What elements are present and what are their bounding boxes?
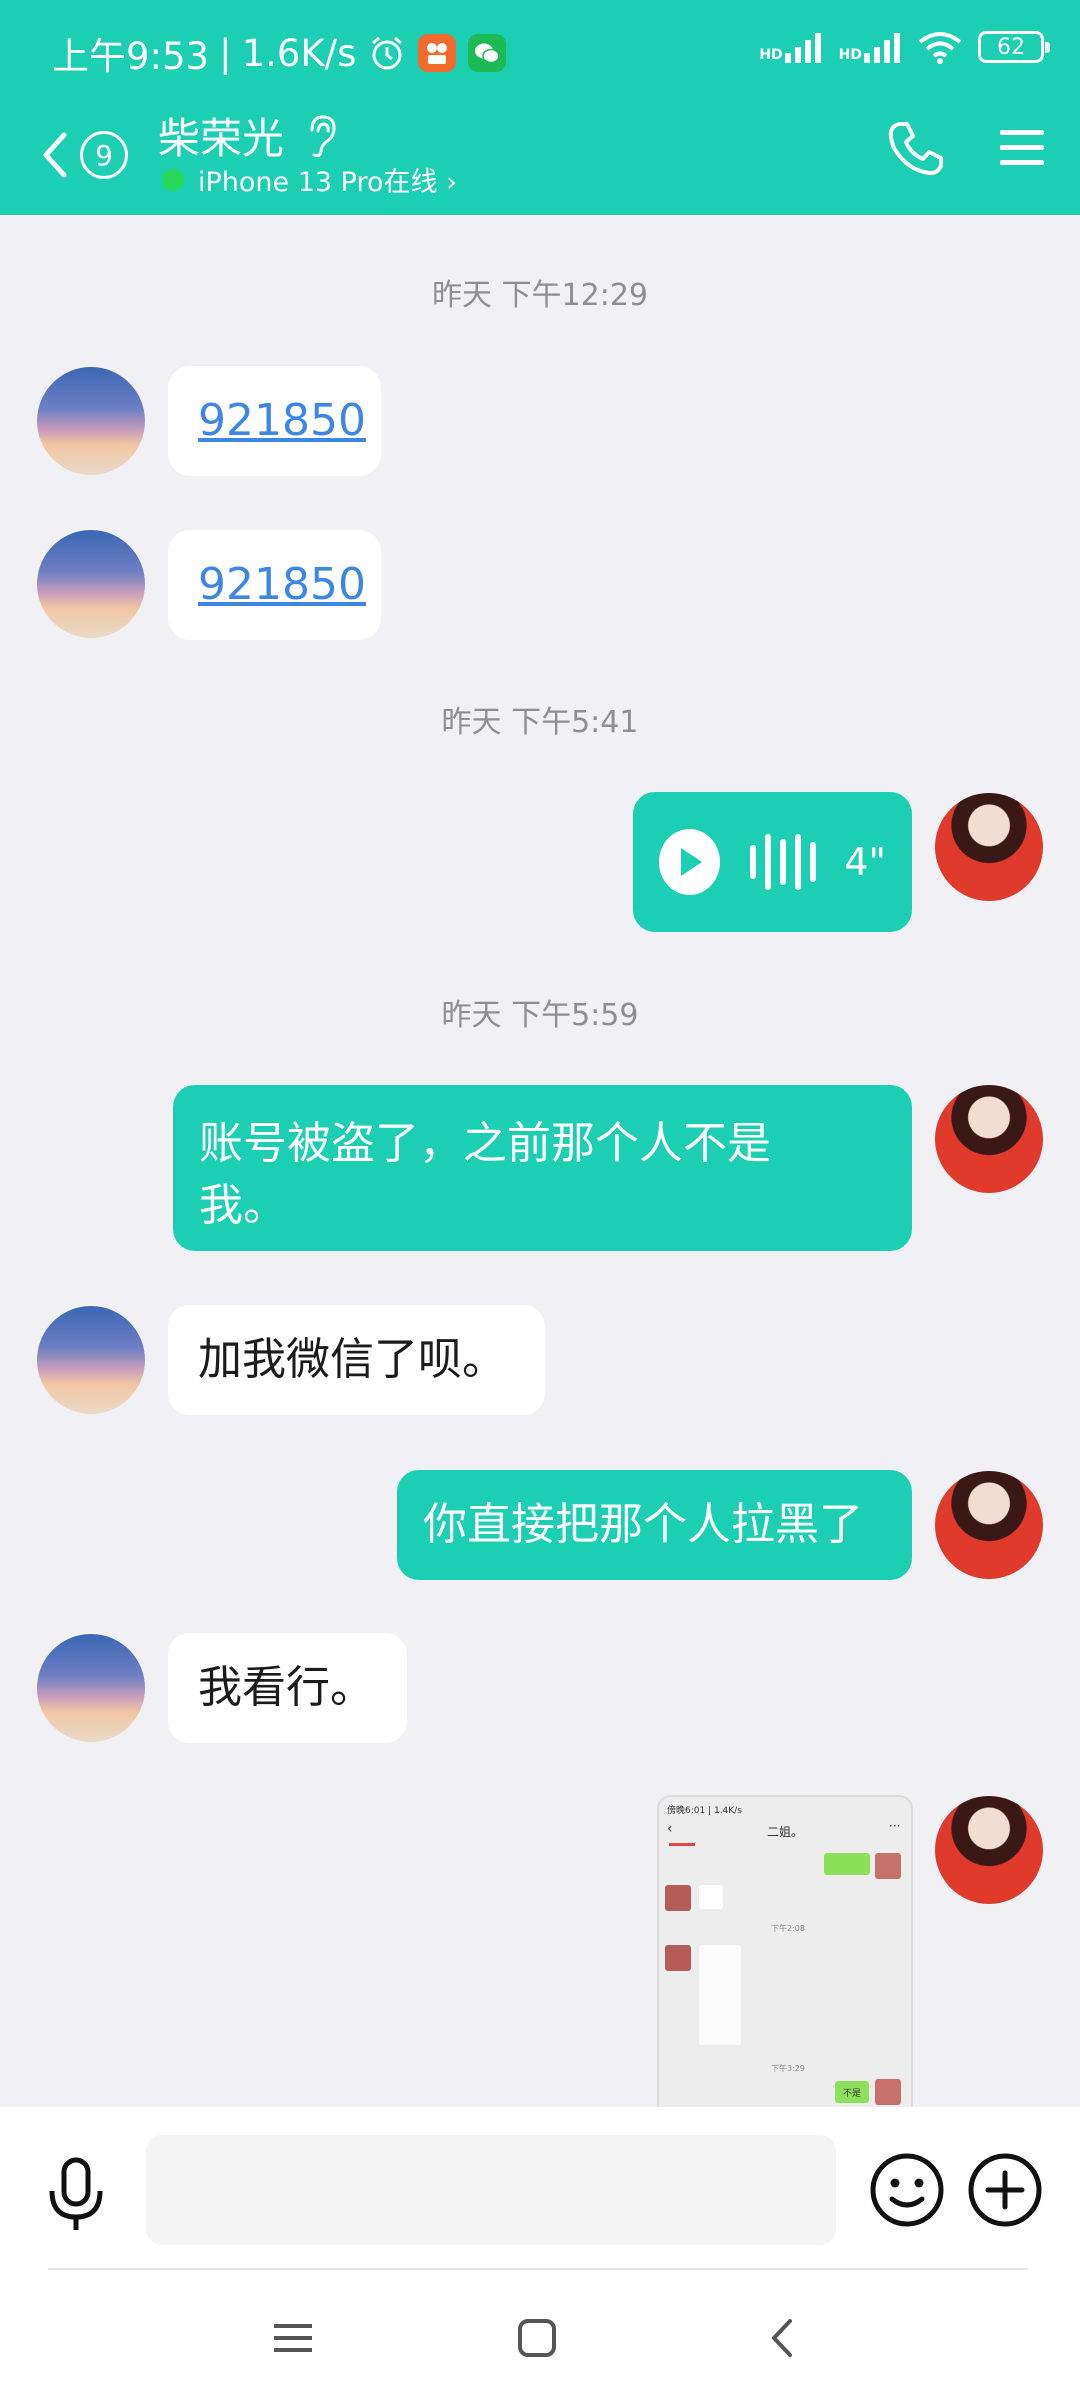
time-divider: 昨天 下午12:29 [432, 278, 648, 313]
thumb-avatar [665, 1885, 691, 1911]
self-avatar[interactable] [935, 1796, 1043, 1904]
online-dot [162, 168, 184, 191]
peer-avatar[interactable] [37, 1306, 145, 1414]
cell-signal-icon: HD [759, 31, 822, 63]
chat-header: 上午9:53 | 1.6K/s HD HD 62 9 柴荣光 iPhone 13… [0, 0, 1080, 215]
wechat-app-icon [468, 34, 507, 72]
message-bubble-outgoing[interactable]: 账号被盗了，之前那个人不是 我。 [173, 1085, 912, 1251]
message-bubble-incoming[interactable]: 921850 [168, 366, 381, 476]
thumb-bubble [824, 1853, 870, 1875]
menu-button[interactable] [996, 122, 1048, 174]
image-message-thumbnail[interactable]: 傍晚6:01 | 1.4K/s ‹ 二姐。 ··· 下午2:08 下午3:29 … [657, 1795, 913, 2110]
thumb-status: 傍晚6:01 | 1.4K/s [667, 1806, 742, 1816]
emoji-button[interactable] [868, 2151, 946, 2229]
back-icon [758, 2319, 808, 2367]
online-status[interactable]: iPhone 13 Pro在线 › [162, 160, 457, 199]
thumb-avatar [875, 2079, 901, 2105]
self-avatar[interactable] [935, 1471, 1043, 1579]
message-text: 你直接把那个人拉黑了 [423, 1499, 863, 1550]
contact-title[interactable]: 柴荣光 [158, 105, 338, 166]
message-bubble-outgoing[interactable]: 你直接把那个人拉黑了 [397, 1470, 912, 1580]
battery-level: 62 [997, 34, 1025, 60]
plus-circle-icon [966, 2153, 1044, 2233]
network-speed: 1.6K/s [241, 31, 357, 75]
peer-avatar[interactable] [37, 530, 145, 638]
ear-icon[interactable] [304, 114, 338, 158]
input-bar [0, 2107, 1080, 2275]
message-text-line-2: 我。 [199, 1180, 287, 1231]
thumb-more-icon: ··· [889, 1819, 901, 1833]
hd-label-2: HD [838, 47, 862, 63]
back-button[interactable]: 9 [40, 120, 150, 190]
home-icon [512, 2319, 562, 2367]
status-left: 上午9:53 | 1.6K/s [52, 26, 507, 80]
status-separator: | [219, 31, 232, 75]
hamburger-menu-icon [996, 130, 1048, 178]
message-link[interactable]: 921850 [198, 554, 366, 616]
message-bubble-incoming[interactable]: 921850 [168, 530, 381, 640]
smiley-icon [868, 2153, 946, 2233]
voice-message-bubble[interactable]: 4" [633, 792, 912, 932]
thumb-bubble [699, 1945, 741, 2045]
status-right: HD HD 62 [759, 30, 1050, 64]
kuaishou-app-icon [418, 34, 457, 72]
message-bubble-incoming[interactable]: 我看行。 [168, 1633, 407, 1743]
recent-apps-icon [268, 2324, 318, 2367]
hd-label: HD [759, 47, 783, 63]
call-button[interactable] [885, 118, 947, 180]
time-divider: 昨天 下午5:41 [441, 705, 639, 740]
message-text: 我看行。 [198, 1662, 374, 1713]
voice-input-button[interactable] [44, 2157, 108, 2233]
system-back-button[interactable] [758, 2313, 808, 2363]
self-avatar[interactable] [935, 1085, 1043, 1193]
play-icon[interactable] [659, 829, 721, 895]
online-status-text: iPhone 13 Pro在线 › [198, 167, 457, 198]
alarm-icon [368, 34, 406, 72]
peer-avatar[interactable] [37, 367, 145, 475]
self-avatar[interactable] [935, 793, 1043, 901]
title-bar: 9 柴荣光 iPhone 13 Pro在线 › [0, 100, 1080, 215]
message-text-line-1: 账号被盗了，之前那个人不是 [199, 1118, 771, 1169]
voice-duration: 4" [844, 840, 886, 884]
status-time: 上午9:53 [52, 35, 210, 78]
thumb-time: 下午2:08 [771, 1924, 805, 1933]
thumb-avatar [665, 1945, 691, 1971]
system-navigation-bar [0, 2275, 1080, 2400]
thumb-title: 二姐。 [767, 1825, 804, 1839]
thumb-bubble: 不是 [835, 2081, 869, 2103]
message-input[interactable] [146, 2135, 836, 2245]
home-button[interactable] [512, 2313, 562, 2363]
unread-count-badge: 9 [80, 131, 128, 179]
contact-name: 柴荣光 [158, 114, 285, 163]
thumb-tab-indicator [669, 1843, 695, 1846]
thumb-back-icon: ‹ [667, 1821, 673, 1837]
thumb-bubble [699, 1885, 723, 1909]
thumb-time: 下午3:29 [771, 2064, 805, 2073]
peer-avatar[interactable] [37, 1634, 145, 1742]
message-link[interactable]: 921850 [198, 390, 366, 452]
phone-icon [885, 122, 947, 184]
chevron-left-icon [40, 129, 70, 181]
wifi-icon [918, 30, 962, 64]
thumb-avatar [875, 1853, 901, 1879]
microphone-icon [44, 2157, 108, 2237]
time-divider: 昨天 下午5:59 [441, 998, 639, 1033]
more-actions-button[interactable] [966, 2151, 1044, 2229]
message-text: 加我微信了呗。 [198, 1334, 506, 1385]
status-bar: 上午9:53 | 1.6K/s HD HD 62 [0, 0, 1080, 100]
cell-signal-2-icon: HD [839, 31, 902, 63]
message-bubble-incoming[interactable]: 加我微信了呗。 [168, 1305, 545, 1415]
divider [48, 2268, 1028, 2270]
recent-apps-button[interactable] [268, 2313, 318, 2363]
voice-waveform-icon [750, 834, 817, 890]
battery-indicator: 62 [978, 31, 1050, 63]
